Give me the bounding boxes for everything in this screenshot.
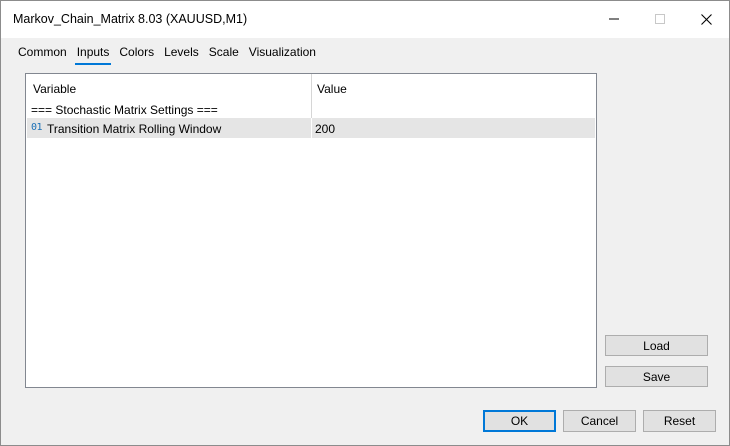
reset-button[interactable]: Reset xyxy=(643,410,716,432)
column-header-variable[interactable]: Variable xyxy=(33,82,76,96)
ok-button[interactable]: OK xyxy=(483,410,556,432)
tab-inputs[interactable]: Inputs xyxy=(72,45,115,65)
maximize-icon xyxy=(655,14,665,24)
table-row[interactable]: 01 Transition Matrix Rolling Window 200 xyxy=(27,118,595,138)
window-title: Markov_Chain_Matrix 8.03 (XAUUSD,M1) xyxy=(13,12,248,26)
section-header-row: === Stochastic Matrix Settings === xyxy=(26,100,596,118)
indicator-properties-dialog: Markov_Chain_Matrix 8.03 (XAUUSD,M1) Com… xyxy=(0,0,730,446)
tab-levels[interactable]: Levels xyxy=(159,45,204,63)
section-header-label: === Stochastic Matrix Settings === xyxy=(31,103,218,117)
inputs-table[interactable]: Variable Value === Stochastic Matrix Set… xyxy=(25,73,597,388)
load-button[interactable]: Load xyxy=(605,335,708,356)
row-value-field[interactable]: 200 xyxy=(315,122,335,136)
minimize-button[interactable] xyxy=(591,1,637,37)
close-icon xyxy=(700,13,712,25)
column-header-value[interactable]: Value xyxy=(317,82,347,96)
row-variable-name: Transition Matrix Rolling Window xyxy=(47,122,222,136)
tab-scale[interactable]: Scale xyxy=(204,45,244,63)
tab-strip: Common Inputs Colors Levels Scale Visual… xyxy=(13,45,321,65)
tab-colors[interactable]: Colors xyxy=(114,45,159,63)
save-button[interactable]: Save xyxy=(605,366,708,387)
tab-common[interactable]: Common xyxy=(13,45,72,63)
maximize-button[interactable] xyxy=(637,1,683,37)
cancel-button[interactable]: Cancel xyxy=(563,410,636,432)
row-divider xyxy=(311,118,312,138)
minimize-icon xyxy=(609,18,619,20)
integer-type-icon: 01 xyxy=(31,122,43,133)
tab-visualization[interactable]: Visualization xyxy=(244,45,321,63)
title-bar[interactable]: Markov_Chain_Matrix 8.03 (XAUUSD,M1) xyxy=(1,1,729,38)
close-button[interactable] xyxy=(683,1,729,37)
